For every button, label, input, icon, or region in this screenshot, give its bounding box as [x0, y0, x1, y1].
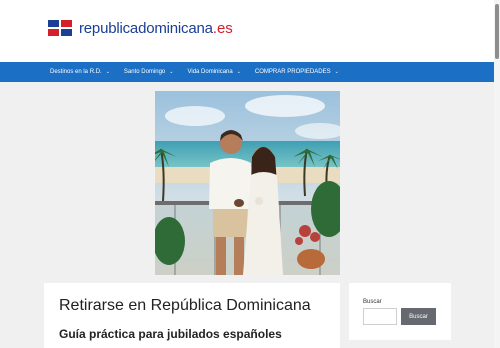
nav-item-comprar-propiedades[interactable]: COMPRAR PROPIEDADES ⌄ — [255, 69, 339, 75]
chevron-down-icon: ⌄ — [105, 69, 110, 75]
site-tld: .es — [212, 20, 233, 37]
article-subtitle: Guía práctica para jubilados españoles — [59, 327, 282, 341]
nav-item-santo-domingo[interactable]: Santo Domingo ⌄ — [124, 69, 174, 75]
chevron-down-icon: ⌄ — [334, 69, 339, 75]
site-header: republicadominicana .es — [0, 0, 494, 62]
search-input[interactable] — [363, 308, 397, 325]
hero-image — [155, 91, 340, 275]
nav-item-label: Destinos en la R.D. — [50, 69, 102, 75]
nav-item-destinos[interactable]: Destinos en la R.D. ⌄ — [50, 69, 110, 75]
site-logo[interactable]: republicadominicana .es — [48, 20, 233, 37]
couple-on-balcony-photo — [155, 91, 340, 275]
main-navigation: Destinos en la R.D. ⌄ Santo Domingo ⌄ Vida… — [0, 62, 494, 82]
chevron-down-icon: ⌄ — [236, 69, 241, 75]
chevron-down-icon: ⌄ — [169, 69, 174, 75]
dominican-flag-icon — [48, 20, 74, 37]
sidebar-search-widget: Buscar Buscar — [349, 283, 451, 340]
nav-item-label: Santo Domingo — [123, 69, 166, 75]
page-scrollbar[interactable] — [494, 0, 500, 348]
nav-item-label: Vida Dominicana — [187, 69, 233, 75]
search-label: Buscar — [363, 299, 382, 305]
article-card: Retirarse en República Dominicana Guía p… — [44, 283, 340, 348]
search-button[interactable]: Buscar — [401, 308, 436, 325]
site-name: republicadominicana — [79, 20, 213, 37]
scrollbar-thumb[interactable] — [495, 4, 499, 59]
nav-item-vida-dominicana[interactable]: Vida Dominicana ⌄ — [187, 69, 240, 75]
nav-item-label: COMPRAR PROPIEDADES — [254, 69, 331, 75]
article-title: Retirarse en República Dominicana — [59, 297, 311, 314]
